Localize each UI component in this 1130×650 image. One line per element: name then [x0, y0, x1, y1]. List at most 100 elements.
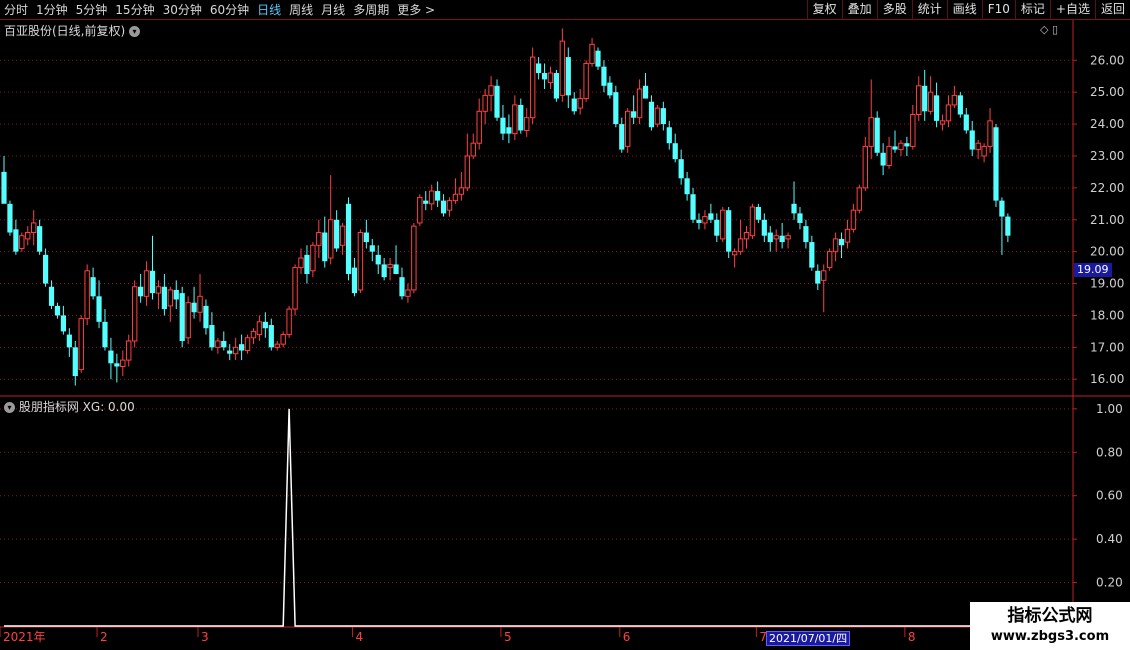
candle-body: [755, 207, 761, 220]
candle-body: [262, 321, 268, 329]
watermark: 指标公式网 www.zbgs3.com: [970, 602, 1130, 650]
candle-body: [78, 318, 84, 371]
period-tab-7[interactable]: 周线: [289, 2, 313, 18]
candle-body: [173, 289, 179, 300]
price-tick-label: 19.00: [1090, 277, 1124, 291]
candle-body: [227, 350, 233, 354]
price-tick-label: 16.00: [1090, 372, 1124, 386]
price-tick-label: 18.00: [1090, 308, 1124, 322]
candle-body: [868, 117, 874, 147]
candle-body: [411, 225, 417, 291]
indicator-tick-label: 0.40: [1096, 532, 1123, 546]
candle-body: [518, 104, 524, 131]
current-price-tag: 19.09: [1074, 263, 1112, 277]
candle-body: [856, 187, 863, 211]
candle-body: [975, 142, 981, 151]
candle-body: [96, 296, 102, 322]
panel-corner-icons: ◇ ▯: [1040, 23, 1058, 36]
price-tick-label: 17.00: [1090, 340, 1124, 354]
candle-body: [791, 203, 797, 214]
candle-body: [803, 226, 809, 243]
candle-body: [446, 200, 453, 211]
price-tick-label: 22.00: [1090, 181, 1124, 195]
candle-body: [547, 72, 554, 84]
candle-body: [512, 104, 518, 135]
candle-body: [185, 302, 191, 339]
candle-body: [405, 289, 411, 297]
candle-body: [993, 127, 999, 201]
candle-body: [1005, 216, 1011, 236]
indicator-panel-title: ▾ 股朋指标网 XG: 0.00: [4, 398, 135, 415]
period-tab-8[interactable]: 月线: [321, 2, 345, 18]
chevron-down-icon[interactable]: ▾: [4, 402, 15, 413]
period-tab-6[interactable]: 日线: [257, 2, 281, 18]
candle-body: [60, 315, 66, 332]
period-tab-1[interactable]: 1分钟: [36, 2, 68, 18]
stock-title: 百亚股份(日线,前复权): [4, 24, 126, 38]
period-tab-10[interactable]: 更多 >: [397, 2, 435, 18]
diamond-icon[interactable]: ◇: [1040, 23, 1048, 36]
candle-body: [963, 114, 969, 131]
tool-button-1[interactable]: 叠加: [841, 0, 877, 20]
candle-body: [666, 127, 672, 144]
candle-body: [607, 82, 613, 96]
candle-body: [179, 293, 185, 341]
main-panel-title: 百亚股份(日线,前复权) ▾: [4, 22, 141, 39]
candle-body: [951, 94, 958, 106]
tool-button-8[interactable]: 返回: [1094, 0, 1130, 20]
panel-toggle-icon[interactable]: ▯: [1052, 23, 1058, 36]
candle-body: [981, 145, 987, 157]
period-tab-9[interactable]: 多周期: [353, 2, 389, 18]
candle-body: [25, 232, 31, 240]
candle-body: [191, 302, 197, 313]
candle-body: [749, 206, 756, 237]
candle-body: [577, 98, 583, 109]
candle-body: [696, 219, 702, 223]
tool-button-2[interactable]: 多股: [876, 0, 912, 20]
price-tick-label: 20.00: [1090, 245, 1124, 259]
candle-body: [737, 238, 744, 253]
tool-button-7[interactable]: +自选: [1049, 0, 1095, 20]
tool-button-5[interactable]: F10: [981, 0, 1015, 20]
candle-body: [743, 232, 750, 240]
period-tab-2[interactable]: 5分钟: [76, 2, 108, 18]
candle-body: [203, 305, 209, 329]
candle-body: [565, 57, 571, 96]
price-tick-label: 25.00: [1090, 85, 1124, 99]
candle-body: [815, 270, 821, 284]
candle-body: [13, 229, 19, 252]
price-tick-label: 21.00: [1090, 213, 1124, 227]
candle-body: [589, 43, 595, 64]
candle-body: [631, 111, 637, 118]
candle-body: [48, 286, 55, 306]
tool-button-6[interactable]: 标记: [1014, 0, 1050, 20]
candle-body: [571, 98, 577, 112]
candle-body: [345, 203, 352, 274]
candle-body: [458, 187, 465, 195]
candle-body: [767, 232, 773, 243]
candle-body: [37, 226, 43, 252]
tool-button-0[interactable]: 复权: [806, 0, 842, 20]
candle-body: [84, 270, 90, 320]
candle-body: [393, 264, 399, 274]
candle-body: [215, 340, 221, 348]
period-tab-5[interactable]: 60分钟: [210, 2, 249, 18]
tool-button-4[interactable]: 画线: [946, 0, 982, 20]
chevron-down-icon[interactable]: ▾: [129, 26, 141, 37]
period-tab-3[interactable]: 15分钟: [115, 2, 154, 18]
candle-body: [197, 295, 203, 313]
period-tab-4[interactable]: 30分钟: [163, 2, 202, 18]
kline-chart[interactable]: 26.0025.0024.0023.0022.0021.0020.0019.00…: [0, 20, 1130, 650]
candle-body: [114, 363, 120, 367]
candle-body: [363, 232, 369, 243]
period-tab-0[interactable]: 分时: [4, 2, 28, 18]
candle-body: [1, 171, 7, 204]
candle-body: [678, 159, 684, 179]
tool-button-3[interactable]: 统计: [911, 0, 947, 20]
candle-body: [708, 213, 714, 220]
candle-body: [464, 155, 471, 189]
candle-body: [850, 209, 857, 230]
candle-body: [72, 347, 78, 377]
candle-body: [351, 267, 358, 294]
candle-body: [726, 210, 732, 252]
